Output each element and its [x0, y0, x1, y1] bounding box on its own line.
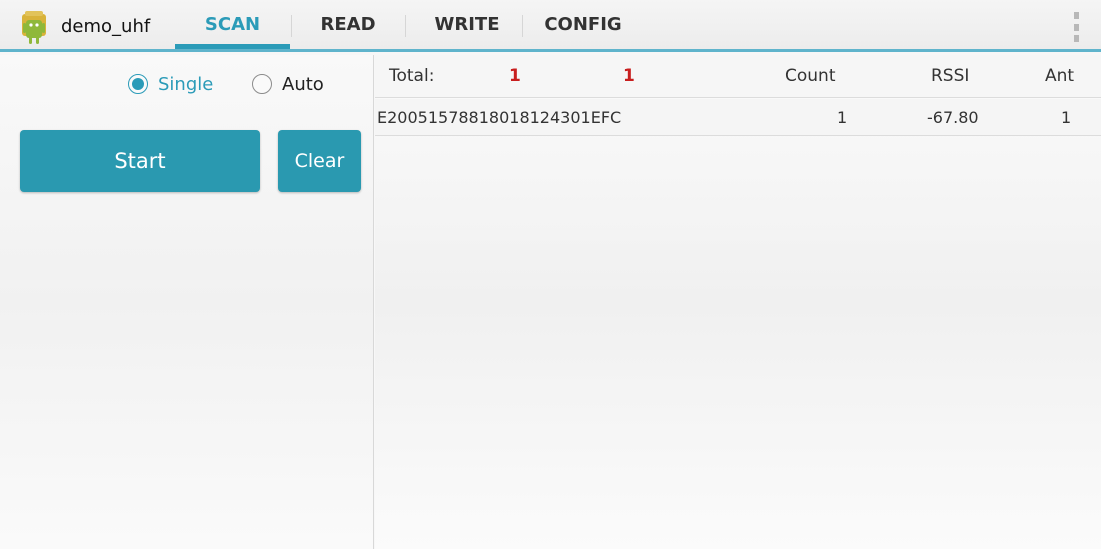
- tag-rssi: -67.80: [927, 107, 979, 127]
- radio-auto-label: Auto: [282, 73, 324, 95]
- radio-single[interactable]: Single: [128, 72, 213, 96]
- total-reads: 1: [623, 66, 635, 86]
- column-ant: Ant: [1045, 66, 1075, 86]
- radio-unchecked-icon: [252, 74, 272, 94]
- tag-count: 1: [837, 107, 848, 127]
- table-row[interactable]: E20051578818018124301EFC 1 -67.80 1: [375, 99, 1101, 136]
- column-rssi: RSSI: [931, 66, 970, 86]
- table-header: Total: 1 1 Count RSSI Ant: [375, 55, 1101, 98]
- tab-write[interactable]: WRITE: [412, 0, 522, 49]
- tag-ant: 1: [1061, 107, 1072, 127]
- total-count: 1: [509, 66, 521, 86]
- column-count: Count: [785, 66, 836, 86]
- tab-config[interactable]: CONFIG: [528, 0, 638, 49]
- radio-checked-icon: [128, 74, 148, 94]
- tab-divider: [522, 15, 523, 37]
- action-bar: demo_uhf SCAN READ WRITE CONFIG: [0, 0, 1101, 52]
- tab-divider: [405, 15, 406, 37]
- start-button[interactable]: Start: [20, 130, 260, 192]
- tag-epc: E20051578818018124301EFC: [377, 107, 622, 127]
- tag-list-panel: Total: 1 1 Count RSSI Ant E2005157881801…: [375, 55, 1101, 549]
- android-icon[interactable]: [20, 11, 48, 45]
- radio-single-label: Single: [158, 73, 214, 95]
- clear-button[interactable]: Clear: [278, 130, 361, 192]
- tab-scan[interactable]: SCAN: [175, 0, 290, 49]
- app-title: demo_uhf: [61, 16, 151, 37]
- tab-read[interactable]: READ: [292, 0, 404, 49]
- overflow-menu-icon[interactable]: [1066, 12, 1086, 42]
- scan-control-panel: Single Auto Start Clear: [0, 55, 374, 549]
- total-label: Total:: [389, 66, 435, 86]
- radio-auto[interactable]: Auto: [252, 72, 324, 96]
